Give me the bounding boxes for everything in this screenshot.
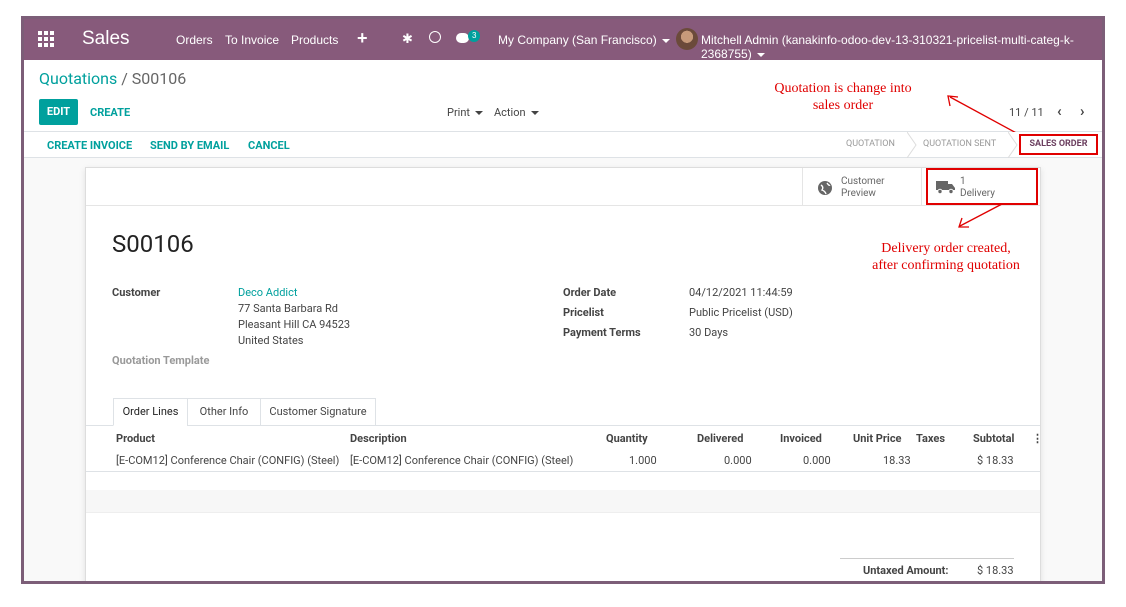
address-line: 77 Santa Barbara Rd xyxy=(238,302,338,315)
tab-order-lines[interactable]: Order Lines xyxy=(113,398,188,426)
app-name[interactable]: Sales xyxy=(82,28,130,50)
col-invoiced[interactable]: Invoiced xyxy=(780,432,822,445)
menu-to-invoice[interactable]: To Invoice xyxy=(225,33,279,47)
stage-sales-order[interactable]: SALES ORDER xyxy=(1019,134,1098,155)
col-quantity[interactable]: Quantity xyxy=(606,432,648,445)
cell-quantity: 1.000 xyxy=(629,454,657,467)
pricelist-value: Public Pricelist (USD) xyxy=(689,306,793,319)
smart-button-box: Customer Preview 1 Delivery xyxy=(86,168,1040,206)
print-dropdown[interactable]: Print xyxy=(447,106,484,119)
stage-separator xyxy=(907,132,917,158)
chat-count-badge: 3 xyxy=(468,30,481,42)
edit-button[interactable]: EDIT xyxy=(39,99,78,125)
cell-delivered: 0.000 xyxy=(724,454,752,467)
chevron-down-icon xyxy=(530,111,539,116)
annotation-arrow xyxy=(958,203,1003,228)
customer-link[interactable]: Deco Addict xyxy=(238,286,297,299)
col-unit-price[interactable]: Unit Price xyxy=(853,432,902,445)
chevron-down-icon xyxy=(475,111,484,116)
empty-row xyxy=(86,490,1040,512)
annotation-delivery: Delivery order created, after confirming… xyxy=(872,241,1020,273)
previous-icon[interactable]: ‹ xyxy=(1057,102,1062,120)
stage-quotation-sent[interactable]: QUOTATION SENT xyxy=(923,139,996,149)
tab-other-info[interactable]: Other Info xyxy=(187,398,261,426)
annotation-sales-order: Quotation is change into sales order xyxy=(774,81,912,113)
breadcrumb-current: S00106 xyxy=(131,69,187,88)
order-date-label: Order Date xyxy=(563,286,617,299)
create-invoice-button[interactable]: CREATE INVOICE xyxy=(47,139,132,152)
globe-icon xyxy=(818,181,832,195)
row-divider xyxy=(86,512,1040,513)
address-line: United States xyxy=(238,334,304,347)
form-sheet: Customer Preview 1 Delivery S00106 Custo… xyxy=(85,167,1043,581)
customer-label: Customer xyxy=(112,286,161,299)
cell-product: [E-COM12] Conference Chair (CONFIG) (Ste… xyxy=(116,454,340,467)
col-product[interactable]: Product xyxy=(116,432,155,445)
action-label: Action xyxy=(494,106,526,119)
apps-grid-icon[interactable] xyxy=(38,31,54,47)
chevron-down-icon xyxy=(661,38,670,43)
order-date-value: 04/12/2021 11:44:59 xyxy=(689,286,793,299)
stage-quotation[interactable]: QUOTATION xyxy=(846,139,895,149)
menu-products[interactable]: Products xyxy=(291,33,338,47)
control-panel: Quotations / S00106 EDIT CREATE Print Ac… xyxy=(24,60,1102,132)
cell-description: [E-COM12] Conference Chair (CONFIG) (Ste… xyxy=(350,454,574,467)
col-taxes[interactable]: Taxes xyxy=(916,432,945,445)
row-divider xyxy=(86,471,1040,472)
quotation-template-label: Quotation Template xyxy=(112,354,210,367)
breadcrumb: Quotations / S00106 xyxy=(39,69,186,88)
tab-customer-signature[interactable]: Customer Signature xyxy=(260,398,376,426)
address-line: Pleasant Hill CA 94523 xyxy=(238,318,351,331)
breadcrumb-quotations[interactable]: Quotations xyxy=(39,69,117,88)
column-options-icon[interactable]: ⋮ xyxy=(1032,432,1043,445)
col-subtotal[interactable]: Subtotal xyxy=(973,432,1014,445)
next-icon[interactable]: › xyxy=(1080,102,1085,120)
top-navbar: Sales Orders To Invoice Products + ✱ 3 M… xyxy=(24,19,1102,61)
action-dropdown[interactable]: Action xyxy=(494,106,539,119)
send-by-email-button[interactable]: SEND BY EMAIL xyxy=(150,139,229,152)
menu-orders[interactable]: Orders xyxy=(176,33,213,47)
debug-bug-icon[interactable]: ✱ xyxy=(402,31,413,47)
plus-icon[interactable]: + xyxy=(357,28,368,49)
customer-preview-button[interactable]: Customer Preview xyxy=(802,168,921,206)
preview-label-1: Customer xyxy=(841,176,885,187)
user-menu[interactable]: Mitchell Admin (kanakinfo-odoo-dev-13-31… xyxy=(701,33,1102,61)
breadcrumb-separator: / xyxy=(121,69,128,88)
col-delivered[interactable]: Delivered xyxy=(697,432,743,445)
company-switcher[interactable]: My Company (San Francisco) xyxy=(498,33,670,47)
highlight-box xyxy=(926,168,1038,205)
untaxed-amount-value: $ 18.33 xyxy=(977,564,1014,577)
create-button[interactable]: CREATE xyxy=(90,106,130,119)
payment-terms-value: 30 Days xyxy=(689,326,729,339)
cell-invoiced: 0.000 xyxy=(803,454,831,467)
cell-unit-price: 18.33 xyxy=(883,454,911,467)
cell-subtotal: $ 18.33 xyxy=(977,454,1014,467)
payment-terms-label: Payment Terms xyxy=(563,326,641,339)
preview-label-2: Preview xyxy=(841,188,876,199)
print-label: Print xyxy=(447,106,471,119)
app-window: Sales Orders To Invoice Products + ✱ 3 M… xyxy=(21,16,1105,584)
stage-separator xyxy=(1008,132,1018,158)
company-label: My Company (San Francisco) xyxy=(498,33,657,47)
cancel-button[interactable]: CANCEL xyxy=(248,139,290,152)
untaxed-amount-label: Untaxed Amount: xyxy=(863,564,949,577)
order-name: S00106 xyxy=(112,230,194,258)
activity-clock-icon[interactable] xyxy=(429,31,441,43)
user-avatar[interactable] xyxy=(676,28,698,50)
chevron-down-icon xyxy=(756,52,765,57)
pricelist-label: Pricelist xyxy=(563,306,604,319)
totals-divider xyxy=(840,558,1014,559)
status-bar: CREATE INVOICE SEND BY EMAIL CANCEL QUOT… xyxy=(24,132,1102,158)
col-description[interactable]: Description xyxy=(350,432,407,445)
